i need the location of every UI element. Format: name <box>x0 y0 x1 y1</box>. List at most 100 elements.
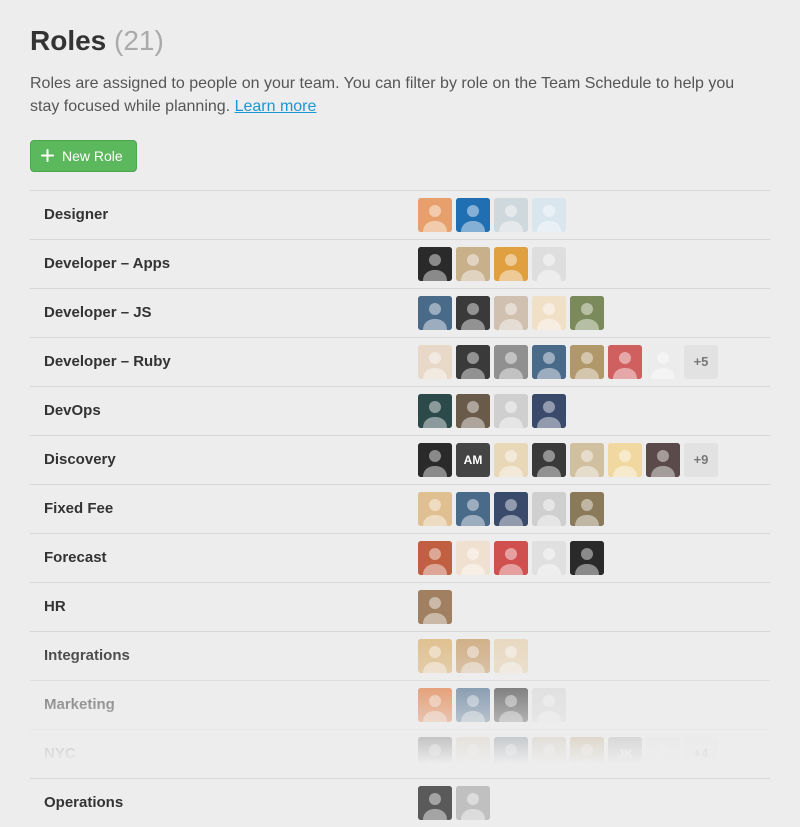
role-name: Developer – JS <box>30 304 418 321</box>
avatar-group: AM +9 <box>418 443 718 477</box>
avatar[interactable] <box>494 639 528 673</box>
learn-more-link[interactable]: Learn more <box>235 98 317 115</box>
avatar-group <box>418 786 490 820</box>
page-title: Roles (21) <box>30 24 770 58</box>
avatar[interactable] <box>456 639 490 673</box>
title-count: (21) <box>114 25 164 56</box>
avatar[interactable] <box>570 443 604 477</box>
avatar[interactable] <box>646 345 680 379</box>
avatar[interactable] <box>570 492 604 526</box>
avatar[interactable] <box>418 492 452 526</box>
avatar-group <box>418 492 604 526</box>
avatar[interactable] <box>418 198 452 232</box>
avatar[interactable] <box>456 688 490 722</box>
role-name: Integrations <box>30 647 418 664</box>
role-row[interactable]: Fixed Fee <box>30 484 770 533</box>
avatar-overflow[interactable]: +4 <box>684 737 718 771</box>
avatar-overflow[interactable]: +9 <box>684 443 718 477</box>
role-row[interactable]: HR <box>30 582 770 631</box>
roles-list: Designer Developer – Apps Developer – JS De… <box>30 190 770 827</box>
role-name: NYC <box>30 745 418 762</box>
avatar-group <box>418 541 604 575</box>
avatar[interactable] <box>456 394 490 428</box>
avatar[interactable] <box>494 296 528 330</box>
avatar[interactable] <box>570 737 604 771</box>
role-name: Discovery <box>30 451 418 468</box>
role-row[interactable]: Developer – Apps <box>30 239 770 288</box>
avatar[interactable] <box>456 541 490 575</box>
avatar[interactable] <box>456 492 490 526</box>
avatar[interactable] <box>456 247 490 281</box>
avatar[interactable] <box>418 590 452 624</box>
role-row[interactable]: Forecast <box>30 533 770 582</box>
new-role-button[interactable]: New Role <box>30 140 137 172</box>
avatar[interactable] <box>494 492 528 526</box>
avatar[interactable] <box>456 198 490 232</box>
avatar[interactable] <box>456 345 490 379</box>
avatar[interactable] <box>418 443 452 477</box>
role-name: Forecast <box>30 549 418 566</box>
avatar[interactable] <box>570 345 604 379</box>
avatar[interactable] <box>418 688 452 722</box>
avatar[interactable] <box>418 394 452 428</box>
role-name: Operations <box>30 794 418 811</box>
avatar[interactable] <box>494 247 528 281</box>
avatar[interactable] <box>532 198 566 232</box>
avatar[interactable] <box>418 541 452 575</box>
avatar-overflow[interactable]: +5 <box>684 345 718 379</box>
avatar[interactable] <box>646 737 680 771</box>
avatar[interactable] <box>456 737 490 771</box>
avatar[interactable] <box>494 394 528 428</box>
avatar[interactable] <box>418 737 452 771</box>
avatar[interactable] <box>532 394 566 428</box>
role-name: Developer – Ruby <box>30 353 418 370</box>
role-row[interactable]: Developer – Ruby +5 <box>30 337 770 386</box>
role-row[interactable]: Developer – JS <box>30 288 770 337</box>
avatar[interactable] <box>418 247 452 281</box>
title-text: Roles <box>30 25 106 56</box>
role-row[interactable]: Operations <box>30 778 770 827</box>
avatar[interactable] <box>532 296 566 330</box>
avatar[interactable] <box>646 443 680 477</box>
avatar[interactable] <box>418 786 452 820</box>
avatar[interactable] <box>494 541 528 575</box>
avatar[interactable] <box>494 443 528 477</box>
avatar[interactable]: AM <box>456 443 490 477</box>
avatar[interactable] <box>532 443 566 477</box>
avatar[interactable] <box>608 443 642 477</box>
avatar[interactable] <box>532 737 566 771</box>
avatar[interactable] <box>570 541 604 575</box>
role-name: Designer <box>30 206 418 223</box>
avatar[interactable] <box>418 296 452 330</box>
avatar-group <box>418 590 452 624</box>
avatar-group: +5 <box>418 345 718 379</box>
role-name: Developer – Apps <box>30 255 418 272</box>
role-row[interactable]: DevOps <box>30 386 770 435</box>
description-text: Roles are assigned to people on your tea… <box>30 75 734 115</box>
avatar[interactable] <box>494 688 528 722</box>
role-row[interactable]: Designer <box>30 190 770 239</box>
role-row[interactable]: Discovery AM +9 <box>30 435 770 484</box>
avatar[interactable] <box>532 492 566 526</box>
avatar[interactable] <box>494 345 528 379</box>
avatar[interactable] <box>532 345 566 379</box>
avatar-group <box>418 198 566 232</box>
new-role-label: New Role <box>62 148 123 164</box>
avatar-group <box>418 296 604 330</box>
avatar[interactable] <box>456 296 490 330</box>
avatar[interactable] <box>532 541 566 575</box>
avatar[interactable] <box>494 198 528 232</box>
avatar[interactable] <box>532 688 566 722</box>
role-row[interactable]: Marketing <box>30 680 770 729</box>
avatar[interactable] <box>532 247 566 281</box>
role-row[interactable]: NYC JK +4 <box>30 729 770 778</box>
avatar[interactable] <box>570 296 604 330</box>
role-row[interactable]: Integrations <box>30 631 770 680</box>
avatar[interactable]: JK <box>608 737 642 771</box>
avatar[interactable] <box>608 345 642 379</box>
avatar[interactable] <box>494 737 528 771</box>
avatar[interactable] <box>456 786 490 820</box>
avatar[interactable] <box>418 639 452 673</box>
avatar[interactable] <box>418 345 452 379</box>
role-name: Fixed Fee <box>30 500 418 517</box>
